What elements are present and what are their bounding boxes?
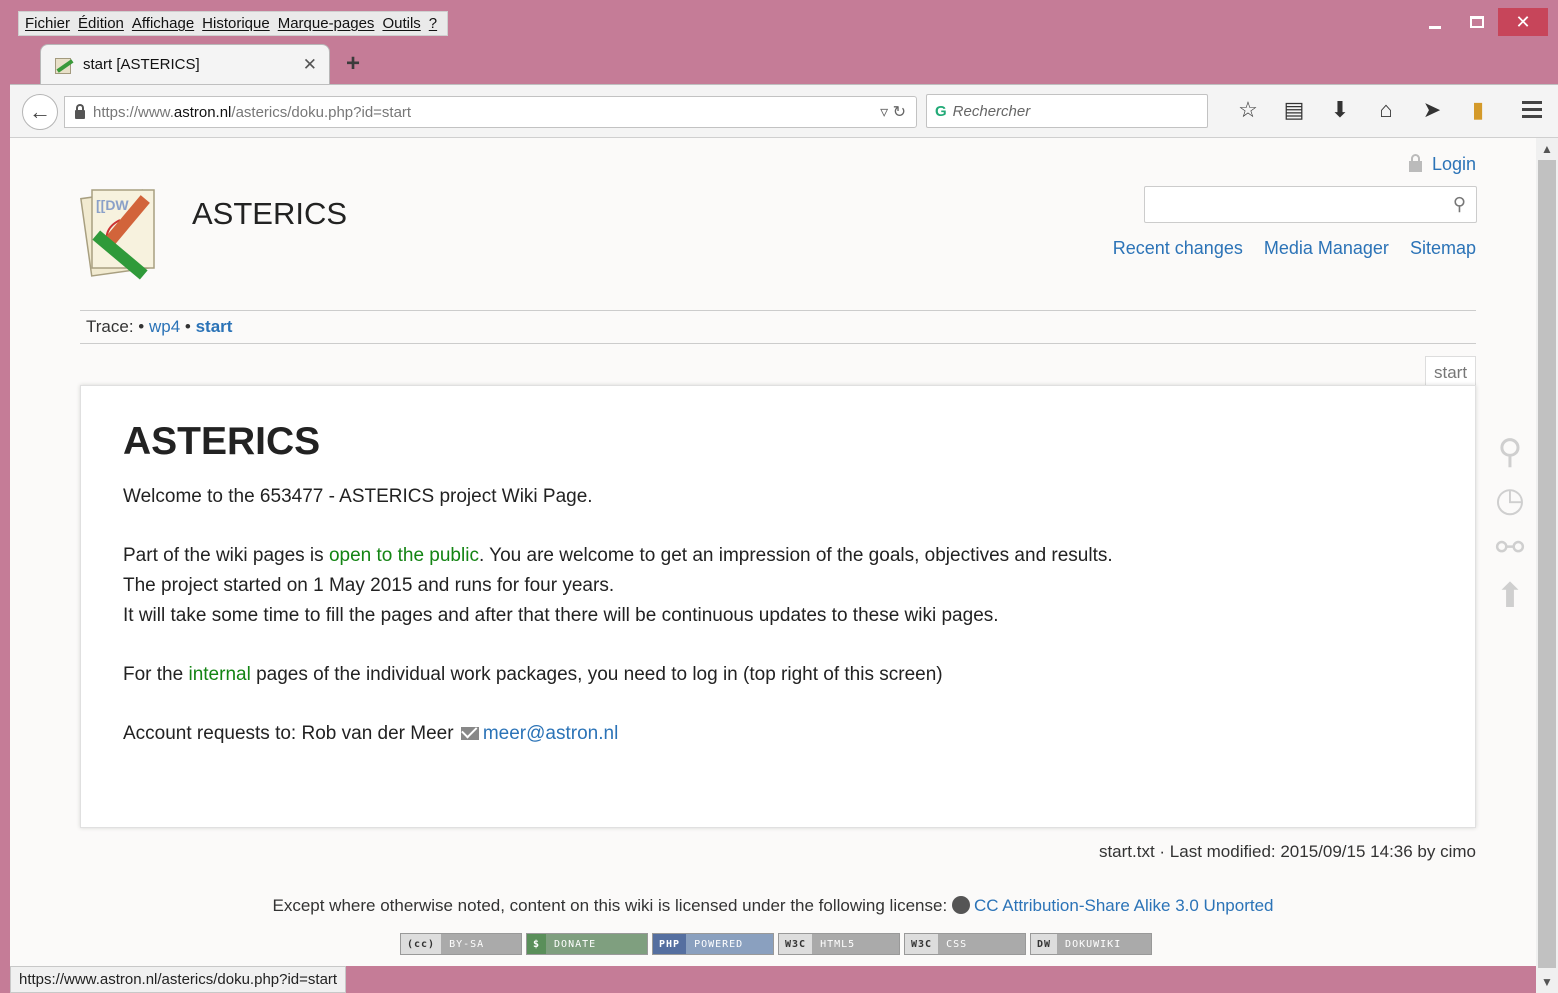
- w3c-css-badge[interactable]: W3C CSS: [904, 933, 1026, 955]
- back-arrow-icon: ←: [29, 99, 51, 124]
- dokuwiki-logo[interactable]: [[DW: [80, 180, 180, 280]
- close-icon: ✕: [1515, 11, 1531, 32]
- search-icon[interactable]: ⚲: [1490, 428, 1530, 476]
- login-label: Login: [1431, 154, 1476, 174]
- home-icon[interactable]: ⌂: [1363, 97, 1409, 123]
- breadcrumb-wp4[interactable]: wp4: [149, 317, 180, 336]
- window-controls: ✕: [1414, 8, 1548, 36]
- close-window-button[interactable]: ✕: [1498, 8, 1548, 36]
- page-tools: ⚲ ◷ ⚯ ⬆: [1490, 428, 1530, 620]
- url-path: /asterics/doku.php?id=start: [231, 103, 412, 121]
- scroll-up-icon[interactable]: ▲: [1536, 142, 1558, 156]
- wiki-search-input[interactable]: ⚲: [1144, 186, 1477, 223]
- trace-label: Trace:: [86, 317, 134, 336]
- url-prefix: https://www.: [93, 103, 174, 121]
- new-tab-button[interactable]: +: [346, 50, 360, 78]
- cc-by-sa-badge[interactable]: (cc) BY-SA: [400, 933, 522, 955]
- license-line: Except where otherwise noted, content on…: [10, 896, 1536, 916]
- email-link[interactable]: meer@astron.nl: [483, 723, 618, 744]
- toolbar-icons: ☆ ▤ ⬇ ⌂ ➤ ▮: [1225, 97, 1501, 123]
- lock-icon: [1408, 154, 1422, 172]
- hamburger-menu-icon[interactable]: [1522, 101, 1542, 122]
- close-tab-icon[interactable]: ✕: [303, 55, 317, 75]
- url-domain: astron.nl: [173, 103, 232, 121]
- search-engine-icon: G: [935, 102, 947, 120]
- page-heading: ASTERICS: [123, 420, 321, 463]
- w3c-html5-badge[interactable]: W3C HTML5: [778, 933, 900, 955]
- wiki-page-content: ASTERICS Welcome to the 653477 - ASTERIC…: [80, 385, 1476, 828]
- maximize-button[interactable]: [1456, 8, 1498, 36]
- search-placeholder: Rechercher: [952, 102, 1031, 120]
- scrollbar-thumb[interactable]: [1538, 160, 1556, 968]
- dokuwiki-badge[interactable]: DW DOKUWIKI: [1030, 933, 1152, 955]
- php-powered-badge[interactable]: PHP POWERED: [652, 933, 774, 955]
- menu-affichage[interactable]: Affichage: [132, 15, 194, 32]
- site-tools: Recent changes Media Manager Sitemap: [1097, 238, 1476, 259]
- menu-outils[interactable]: Outils: [382, 15, 420, 32]
- bookmark-star-icon[interactable]: ☆: [1225, 97, 1271, 123]
- minimize-button[interactable]: [1414, 8, 1456, 36]
- license-link[interactable]: CC Attribution-Share Alike 3.0 Unported: [974, 896, 1274, 915]
- pocket-icon[interactable]: ▮: [1455, 97, 1501, 123]
- page-viewport: [[DW ASTERICS Login ⚲ Recent changes Med…: [10, 138, 1536, 966]
- menu-help[interactable]: ?: [429, 15, 437, 32]
- page-id: start: [1425, 356, 1477, 386]
- url-bar[interactable]: https://www. astron.nl/asterics/doku.php?…: [64, 96, 917, 128]
- updates-text: It will take some time to fill the pages…: [123, 605, 999, 626]
- media-manager-link[interactable]: Media Manager: [1264, 238, 1389, 258]
- tab-strip: start [ASTERICS] ✕ +: [18, 44, 1548, 84]
- navigation-bar: ← https://www. astron.nl/asterics/doku.ph…: [10, 84, 1558, 138]
- vertical-scrollbar[interactable]: ▲ ▼: [1536, 138, 1558, 993]
- search-icon[interactable]: ⚲: [1453, 194, 1466, 215]
- login-link[interactable]: Login: [1408, 154, 1476, 175]
- email-icon: [460, 727, 479, 740]
- back-to-top-arrow-icon[interactable]: ⬆: [1490, 572, 1530, 620]
- menu-edition[interactable]: Édition: [78, 15, 124, 32]
- internal-link[interactable]: internal: [188, 664, 250, 685]
- browser-search-input[interactable]: G Rechercher: [926, 94, 1208, 128]
- public-paragraph: Part of the wiki pages is open to the pu…: [123, 545, 1113, 566]
- svg-text:[[DW: [[DW: [96, 197, 129, 213]
- status-bar-url: https://www.astron.nl/asterics/doku.php?…: [10, 966, 347, 993]
- reload-icon[interactable]: ▿ ↻: [880, 102, 906, 122]
- menu-historique[interactable]: Historique: [202, 15, 270, 32]
- welcome-text: Welcome to the 653477 - ASTERICS project…: [123, 486, 593, 507]
- globe-icon: [951, 896, 970, 914]
- site-title[interactable]: ASTERICS: [192, 196, 347, 232]
- maximize-icon: [1470, 16, 1484, 28]
- download-icon[interactable]: ⬇: [1317, 97, 1363, 123]
- sitemap-link[interactable]: Sitemap: [1410, 238, 1476, 258]
- doc-info: start.txt · Last modified: 2015/09/15 14…: [1098, 842, 1476, 861]
- backlinks-chain-icon[interactable]: ⚯: [1490, 524, 1530, 572]
- reading-list-icon[interactable]: ▤: [1271, 97, 1317, 123]
- old-revisions-clock-icon[interactable]: ◷: [1490, 476, 1530, 524]
- license-text: Except where otherwise noted, content on…: [272, 896, 948, 915]
- footer-badges: (cc) BY-SA $ DONATE PHP POWERED W3C HTML5 W3…: [400, 933, 1156, 955]
- send-icon[interactable]: ➤: [1409, 97, 1455, 123]
- internal-paragraph: For the internal pages of the individual…: [123, 664, 943, 685]
- breadcrumb-start[interactable]: start: [196, 317, 233, 336]
- back-button[interactable]: ←: [22, 94, 58, 130]
- scroll-down-icon[interactable]: ▼: [1536, 975, 1558, 989]
- minimize-icon: [1429, 25, 1441, 29]
- account-requests-paragraph: Account requests to: Rob van der Meer me…: [123, 723, 619, 744]
- tab-title: start [ASTERICS]: [83, 56, 200, 73]
- donate-badge[interactable]: $ DONATE: [526, 933, 648, 955]
- menu-marque-pages[interactable]: Marque-pages: [278, 15, 375, 32]
- breadcrumb: Trace: • wp4 • start: [80, 310, 1476, 344]
- project-start-text: The project started on 1 May 2015 and ru…: [123, 575, 615, 596]
- open-to-public-link[interactable]: open to the public: [329, 545, 479, 566]
- tab-start-asterics[interactable]: start [ASTERICS] ✕: [40, 44, 330, 84]
- dokuwiki-favicon-icon: [53, 56, 73, 74]
- menu-bar: Fichier Édition Affichage Historique Mar…: [18, 11, 449, 36]
- menu-fichier[interactable]: Fichier: [25, 15, 70, 32]
- lock-icon: [75, 103, 85, 119]
- recent-changes-link[interactable]: Recent changes: [1113, 238, 1243, 258]
